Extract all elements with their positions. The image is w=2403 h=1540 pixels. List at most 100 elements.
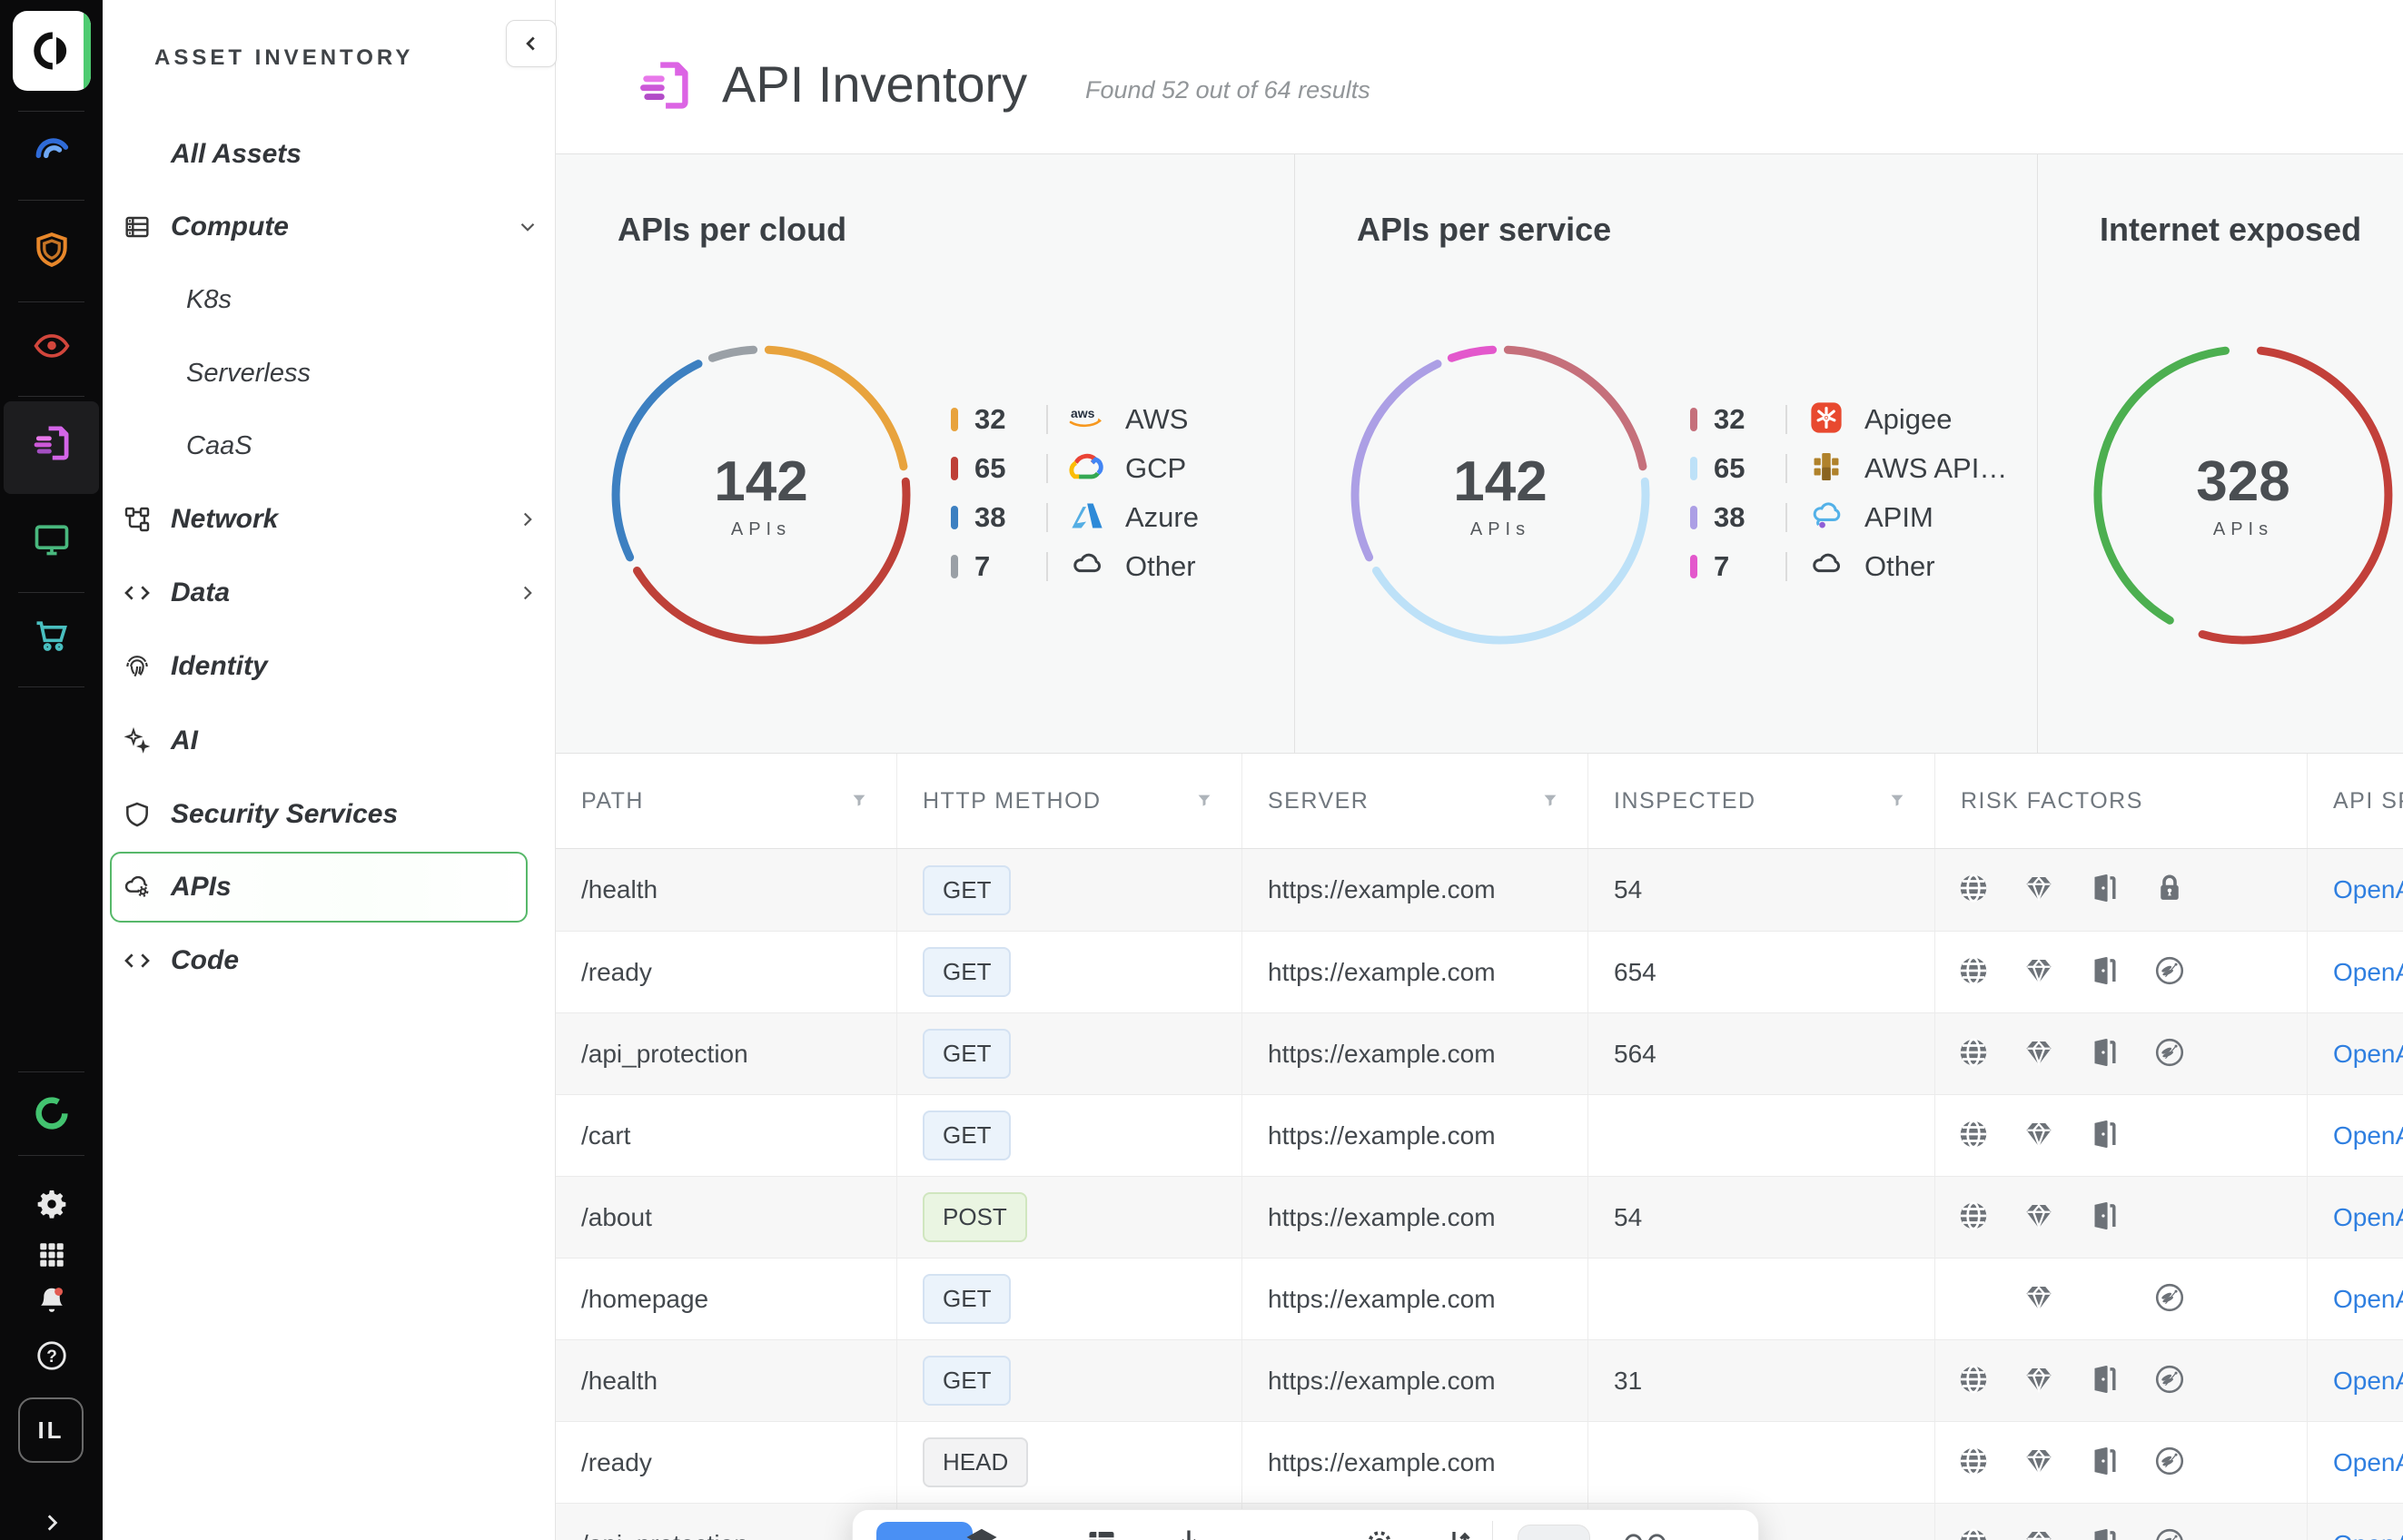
chart-legend: 32 Apigee 65 AWS API… 38 APIM 7 [1690, 395, 2017, 595]
column-header-inspected[interactable]: INSPECTED [1587, 754, 1934, 848]
column-header-http-method[interactable]: HTTP METHOD [896, 754, 1241, 848]
risk-gem-icon [2022, 1445, 2088, 1481]
orca-logo[interactable] [13, 11, 91, 91]
method-badge: GET [923, 1274, 1011, 1324]
chevron-right-icon[interactable] [516, 581, 539, 605]
rail-item-help[interactable]: ? [0, 1336, 103, 1376]
rail-item-marketplace[interactable] [0, 616, 103, 656]
openapi-link[interactable]: OpenAPI [2333, 958, 2403, 987]
sidebar-collapse-button[interactable] [506, 20, 557, 67]
toolbar-sort-icon[interactable] [1443, 1526, 1476, 1540]
aws-gateway-icon [1806, 449, 1854, 488]
rail-item-notifications[interactable] [0, 1281, 103, 1321]
openapi-link[interactable]: OpenAPI [2333, 1448, 2403, 1477]
rail-divider [18, 686, 84, 687]
risk-lock-icon [2153, 872, 2219, 908]
sidebar-item-k8s[interactable]: K8s [103, 263, 556, 336]
openapi-link[interactable]: OpenAPI [2333, 1040, 2403, 1069]
rail-item-detection[interactable] [0, 325, 103, 365]
sidebar-item-all-assets[interactable]: All Assets [103, 118, 556, 191]
toolbar-download-icon[interactable] [1172, 1526, 1205, 1540]
table-row[interactable]: /cart GET https://example.com OpenAPI [556, 1094, 2403, 1176]
rail-item-dashboards[interactable] [0, 129, 103, 169]
chart-title: APIs per cloud [618, 211, 846, 249]
page-header: API Inventory Found 52 out of 64 results [556, 0, 2403, 154]
legend-value: 7 [974, 550, 990, 583]
legend-label: Other [1864, 550, 1935, 583]
rail-item-apps-grid[interactable] [0, 1235, 103, 1275]
legend-item-AWS-API-[interactable]: 65 AWS API… [1690, 444, 2017, 493]
rail-divider [18, 301, 84, 302]
rail-item-shield-protection[interactable] [0, 230, 103, 270]
openapi-link[interactable]: OpenAPI [2333, 875, 2403, 904]
cell-http-method: POST [896, 1177, 1241, 1258]
column-header-server[interactable]: SERVER [1241, 754, 1587, 848]
toolbar-toggle[interactable] [1518, 1525, 1590, 1540]
sidebar-item-compute[interactable]: Compute [103, 191, 556, 263]
risk-owasp-icon [2153, 1445, 2219, 1481]
toolbar-layers-icon[interactable] [965, 1526, 998, 1540]
user-avatar[interactable]: IL [18, 1397, 84, 1463]
toolbar-table-icon[interactable] [1085, 1526, 1118, 1540]
rail-item-platform-ring[interactable] [0, 1093, 103, 1133]
network-icon [123, 505, 152, 534]
table-row[interactable]: /health GET https://example.com 31 OpenA… [556, 1339, 2403, 1421]
rail-item-settings[interactable] [0, 1184, 103, 1224]
legend-item-Other[interactable]: 7 Other [1690, 542, 2017, 591]
column-header-api-spec[interactable]: API SPEC [2307, 754, 2403, 848]
risk-door-icon [2088, 1363, 2153, 1399]
openapi-link[interactable]: OpenAPI [2333, 1203, 2403, 1232]
table-row[interactable]: /ready HEAD https://example.com OpenAPI [556, 1421, 2403, 1503]
table-row[interactable]: /about POST https://example.com 54 OpenA… [556, 1176, 2403, 1258]
risk-door-icon [2088, 954, 2153, 991]
filter-icon[interactable] [1887, 791, 1907, 811]
cell-path: /api_protection [556, 1504, 896, 1540]
table-row[interactable]: /api_protection GET https://example.com … [556, 1012, 2403, 1094]
column-header-path[interactable]: PATH [556, 754, 896, 848]
sidebar-item-label: Compute [171, 212, 289, 242]
risk-owasp-icon [2153, 1526, 2219, 1540]
chevron-right-icon[interactable] [516, 508, 539, 531]
sidebar-item-security-services[interactable]: Security Services [103, 778, 556, 851]
openapi-link[interactable]: OpenAPI [2333, 1285, 2403, 1314]
rail-expand-button[interactable] [0, 1503, 103, 1540]
filter-icon[interactable] [1194, 791, 1214, 811]
legend-item-Other[interactable]: 7 Other [951, 542, 1278, 591]
chevron-down-icon[interactable] [516, 215, 539, 239]
table-row[interactable]: /ready GET https://example.com 654 OpenA… [556, 931, 2403, 1012]
rail-item-api-inventory[interactable] [0, 423, 103, 463]
legend-item-GCP[interactable]: 65 GCP [951, 444, 1278, 493]
legend-item-Apigee[interactable]: 32 Apigee [1690, 395, 2017, 444]
openapi-link[interactable]: OpenAPI [2333, 1121, 2403, 1150]
cell-path: /homepage [556, 1259, 896, 1339]
toolbar-settings-icon[interactable] [1363, 1526, 1396, 1540]
sidebar-item-apis[interactable]: APIs [103, 851, 556, 923]
rail-item-workloads[interactable] [0, 519, 103, 559]
table-row[interactable]: /health GET https://example.com 54 OpenA… [556, 849, 2403, 931]
legend-divider [1785, 405, 1787, 434]
column-header-risk-factors[interactable]: RISK FACTORS [1934, 754, 2307, 848]
sidebar-item-serverless[interactable]: Serverless [103, 337, 556, 410]
azure-icon [1067, 499, 1114, 537]
legend-item-AWS[interactable]: 32 aws AWS [951, 395, 1278, 444]
sidebar-item-code[interactable]: Code [103, 924, 556, 997]
primary-action-button[interactable] [876, 1522, 973, 1540]
openapi-link[interactable]: OpenAPI [2333, 1530, 2403, 1540]
openapi-link[interactable]: OpenAPI [2333, 1367, 2403, 1396]
filter-icon[interactable] [849, 791, 869, 811]
legend-item-Azure[interactable]: 38 Azure [951, 493, 1278, 542]
sidebar-item-data[interactable]: Data [103, 557, 556, 629]
cell-api-spec: OpenAPI [2307, 1095, 2403, 1176]
sidebar-item-network[interactable]: Network [103, 483, 556, 556]
legend-value: 65 [974, 452, 1005, 485]
sidebar-item-caas[interactable]: CaaS [103, 410, 556, 482]
cell-api-spec: OpenAPI [2307, 849, 2403, 931]
legend-divider [1046, 552, 1048, 581]
sidebar-item-identity[interactable]: Identity [103, 630, 556, 703]
sidebar-item-ai[interactable]: AI [103, 705, 556, 777]
risk-owasp-icon [2153, 1363, 2219, 1399]
filter-icon[interactable] [1540, 791, 1560, 811]
table-row[interactable]: /homepage GET https://example.com OpenAP… [556, 1258, 2403, 1339]
sparkles-icon [123, 726, 152, 755]
legend-item-APIM[interactable]: 38 APIM [1690, 493, 2017, 542]
